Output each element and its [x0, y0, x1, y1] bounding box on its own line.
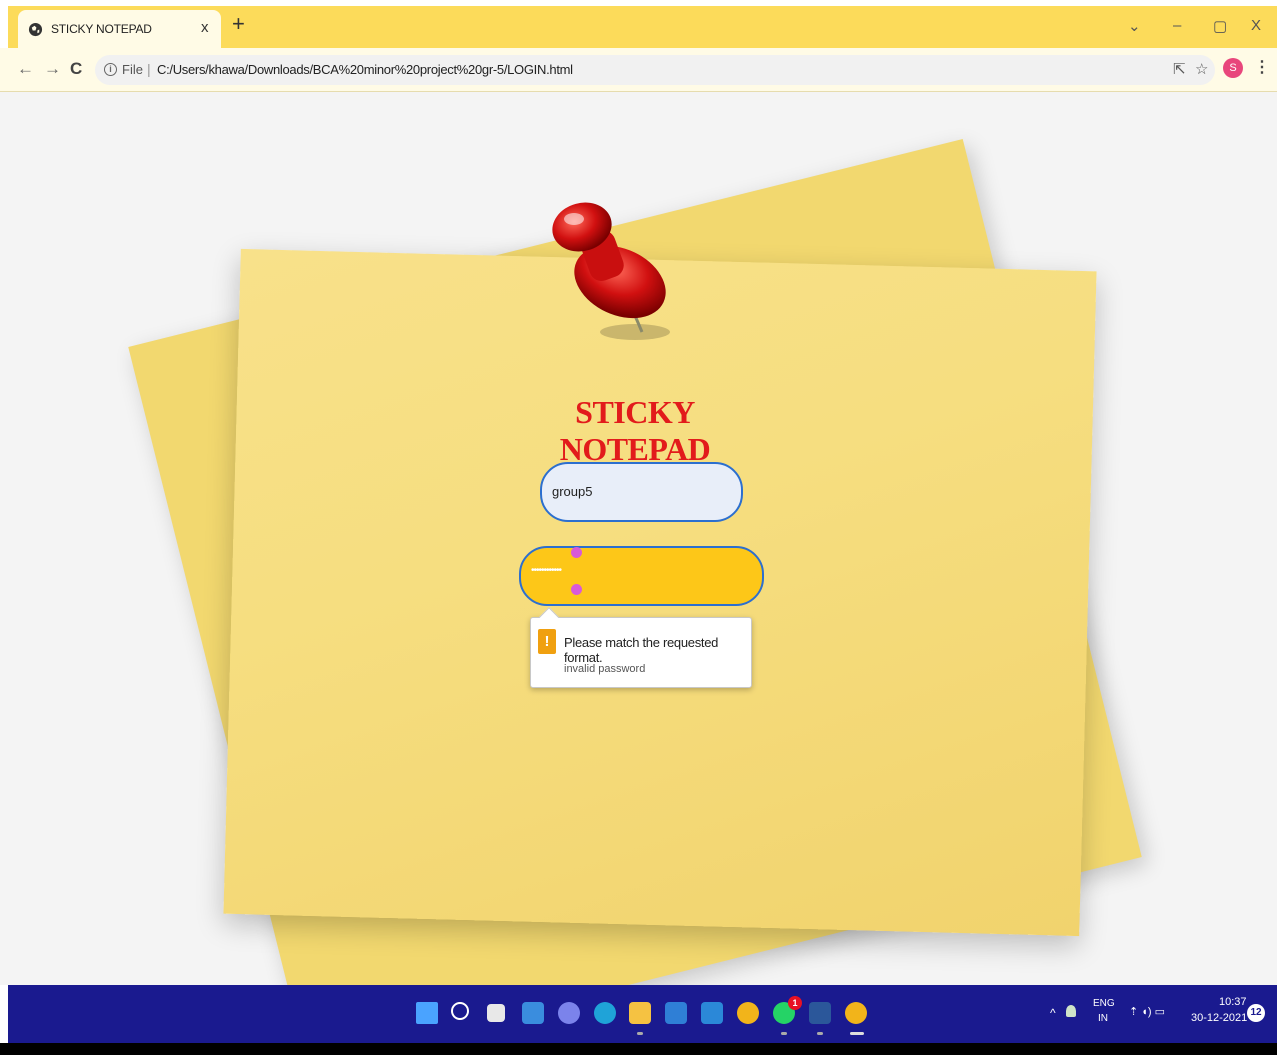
back-button[interactable]: ←: [17, 59, 34, 79]
tab-search-button[interactable]: ⌄: [1128, 17, 1141, 35]
reload-button[interactable]: C: [70, 59, 82, 79]
page-title: STICKY NOTEPAD: [559, 394, 711, 467]
store-icon[interactable]: [665, 1002, 687, 1024]
text-cursor-handle-top[interactable]: [571, 547, 582, 558]
clock-time[interactable]: 10:37: [1219, 996, 1247, 1008]
profile-avatar[interactable]: S: [1223, 58, 1243, 78]
edge-icon[interactable]: [594, 1002, 616, 1024]
browser-menu-icon[interactable]: ⋮: [1254, 57, 1270, 77]
globe-icon: [28, 22, 43, 37]
active-indicator: [850, 1032, 864, 1035]
password-input[interactable]: ••••••••••••: [519, 546, 764, 606]
task-view-icon[interactable]: [487, 1004, 505, 1022]
forward-button[interactable]: →: [44, 59, 61, 79]
word-icon[interactable]: [809, 1002, 831, 1024]
username-value: group5: [552, 484, 593, 499]
tab-title: STICKY NOTEPAD: [51, 22, 152, 36]
maximize-button[interactable]: ▢: [1213, 17, 1227, 35]
network-volume-battery-icons[interactable]: ⇡ ◖) ▭: [1129, 1005, 1165, 1018]
validation-tooltip: ! Please match the requested format. inv…: [530, 607, 752, 688]
clock-date[interactable]: 30-12-2021: [1191, 1012, 1247, 1024]
password-value: ••••••••••••: [531, 565, 562, 576]
page-viewport: STICKY NOTEPAD group5 •••••••••••• ! Ple…: [0, 92, 1277, 985]
language-region[interactable]: IN: [1098, 1013, 1108, 1024]
language-code[interactable]: ENG: [1093, 998, 1115, 1009]
search-icon[interactable]: [451, 1002, 469, 1020]
mail-icon[interactable]: [701, 1002, 723, 1024]
notification-count[interactable]: 12: [1247, 1004, 1265, 1022]
warning-icon: !: [538, 629, 556, 654]
running-indicator: [781, 1032, 787, 1035]
url-separator: |: [147, 61, 151, 77]
address-bar[interactable]: i File | C:/Users/khawa/Downloads/BCA%20…: [95, 55, 1215, 85]
tray-chevron-icon[interactable]: ^: [1050, 1006, 1056, 1020]
file-explorer-icon[interactable]: [629, 1002, 651, 1024]
tab-strip: STICKY NOTEPAD x + ⌄ – ▢ X: [8, 6, 1277, 48]
validation-message: Please match the requested format.: [564, 635, 719, 665]
running-indicator: [817, 1032, 823, 1035]
share-icon[interactable]: ⇱: [1173, 60, 1186, 78]
chrome-icon[interactable]: [737, 1002, 759, 1024]
username-input[interactable]: group5: [540, 462, 743, 522]
bookmark-star-icon[interactable]: ☆: [1195, 60, 1208, 78]
url-text[interactable]: C:/Users/khawa/Downloads/BCA%20minor%20p…: [157, 62, 573, 77]
new-tab-button[interactable]: +: [232, 13, 245, 35]
widgets-icon[interactable]: [522, 1002, 544, 1024]
tab-close-button[interactable]: x: [201, 19, 209, 36]
start-icon[interactable]: [416, 1002, 438, 1024]
taskbar: 1 ^ ENG IN ⇡ ◖) ▭ 10:37 30-12-2021 12: [8, 985, 1277, 1043]
chrome-active-icon[interactable]: [845, 1002, 867, 1024]
push-pin-icon: [552, 202, 670, 340]
teams-chat-icon[interactable]: [558, 1002, 580, 1024]
text-cursor-handle-bottom[interactable]: [571, 584, 582, 595]
screen-border: [0, 1043, 1277, 1055]
browser-tab[interactable]: STICKY NOTEPAD x: [18, 10, 221, 48]
tray-app-icon[interactable]: [1066, 1005, 1076, 1017]
running-indicator: [637, 1032, 643, 1035]
minimize-button[interactable]: –: [1173, 17, 1181, 34]
browser-toolbar: ← → C i File | C:/Users/khawa/Downloads/…: [0, 48, 1277, 92]
whatsapp-badge: 1: [788, 996, 802, 1010]
close-window-button[interactable]: X: [1251, 17, 1261, 34]
validation-detail: invalid password: [564, 663, 646, 675]
site-info-icon[interactable]: i: [104, 63, 117, 76]
url-scheme: File: [122, 62, 143, 77]
